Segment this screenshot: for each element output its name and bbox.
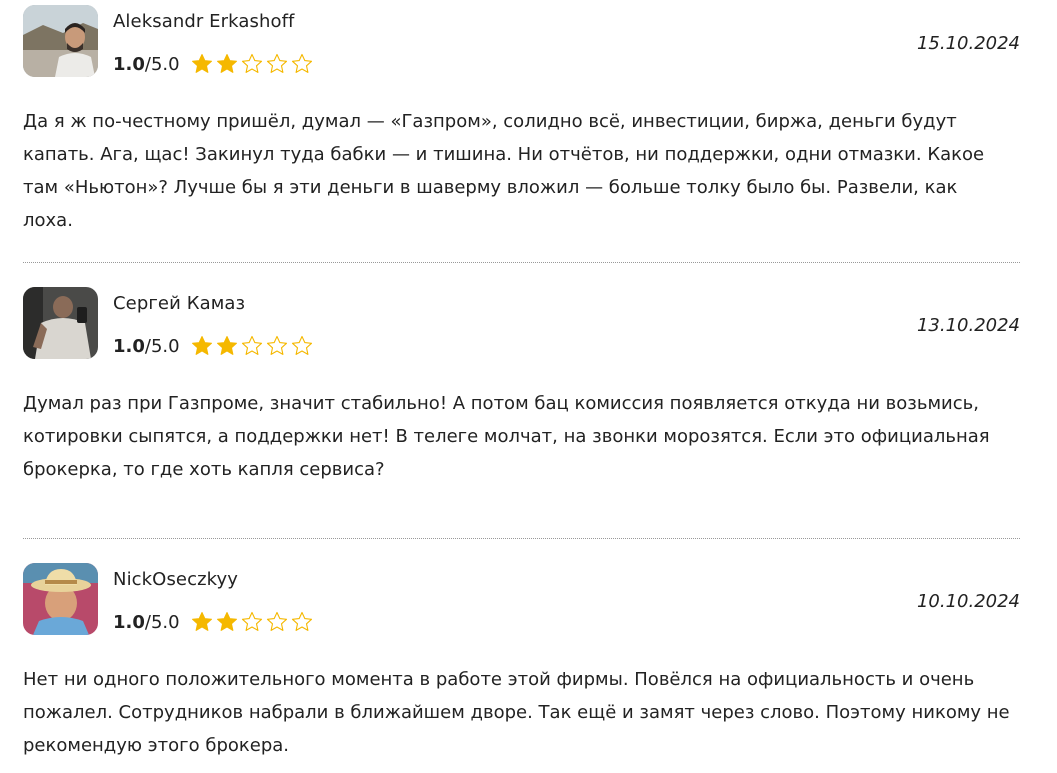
- star-empty-icon: [266, 335, 287, 355]
- review-text: Да я ж по-честному пришёл, думал — «Газп…: [23, 111, 985, 231]
- review-item: Aleksandr Erkashoff 1.0 /5.0 15.10.2024 …: [23, 5, 1020, 262]
- star-filled-icon: [191, 336, 212, 355]
- star-filled-icon: [216, 612, 237, 631]
- star-filled-icon: [191, 54, 212, 73]
- rating-score: 1.0: [113, 611, 145, 633]
- star-filled-icon: [216, 54, 237, 73]
- review-header: Aleksandr Erkashoff 1.0 /5.0 15.10.2024: [23, 5, 1020, 95]
- star-empty-icon: [266, 53, 287, 73]
- star-empty-icon: [291, 335, 312, 355]
- star-rating: [190, 610, 314, 634]
- star-empty-icon: [266, 611, 287, 631]
- star-rating: [190, 52, 314, 76]
- rating-max: /5.0: [144, 53, 180, 75]
- rating: 1.0 /5.0: [113, 334, 314, 358]
- star-empty-icon: [291, 53, 312, 73]
- review-date: 15.10.2024: [916, 33, 1020, 54]
- review-header: NickOseczkyy 1.0 /5.0 10.10.2024: [23, 563, 1020, 653]
- review-date: 10.10.2024: [916, 591, 1020, 612]
- reviews-list: Aleksandr Erkashoff 1.0 /5.0 15.10.2024 …: [23, 5, 1020, 773]
- reviewer-name: Aleksandr Erkashoff: [113, 11, 295, 32]
- rating-score: 1.0: [113, 335, 145, 357]
- rating-max: /5.0: [144, 611, 180, 633]
- star-rating: [190, 334, 314, 358]
- avatar[interactable]: [23, 563, 98, 635]
- review-item: NickOseczkyy 1.0 /5.0 10.10.2024 Нет ни …: [23, 563, 1020, 773]
- reviewer-name: NickOseczkyy: [113, 569, 239, 590]
- divider: [23, 262, 1020, 263]
- avatar-photo-icon: [23, 5, 98, 77]
- rating: 1.0 /5.0: [113, 52, 314, 76]
- review-text: Думал раз при Газпроме, значит стабильно…: [23, 393, 990, 480]
- avatar-photo-icon: [23, 287, 98, 359]
- star-filled-icon: [191, 612, 212, 631]
- rating-score: 1.0: [113, 53, 145, 75]
- review-date: 13.10.2024: [916, 315, 1020, 336]
- avatar-photo-icon: [23, 563, 98, 635]
- review-item: Сергей Камаз 1.0 /5.0 13.10.2024 Думал р…: [23, 287, 1020, 538]
- rating: 1.0 /5.0: [113, 610, 314, 634]
- star-empty-icon: [241, 53, 262, 73]
- avatar[interactable]: [23, 5, 98, 77]
- star-filled-icon: [216, 336, 237, 355]
- star-empty-icon: [241, 611, 262, 631]
- rating-max: /5.0: [144, 335, 180, 357]
- divider: [23, 538, 1020, 539]
- reviewer-name: Сергей Камаз: [113, 293, 246, 314]
- review-text: Нет ни одного положительного момента в р…: [23, 669, 1010, 756]
- star-empty-icon: [291, 611, 312, 631]
- star-empty-icon: [241, 335, 262, 355]
- avatar[interactable]: [23, 287, 98, 359]
- review-header: Сергей Камаз 1.0 /5.0 13.10.2024: [23, 287, 1020, 377]
